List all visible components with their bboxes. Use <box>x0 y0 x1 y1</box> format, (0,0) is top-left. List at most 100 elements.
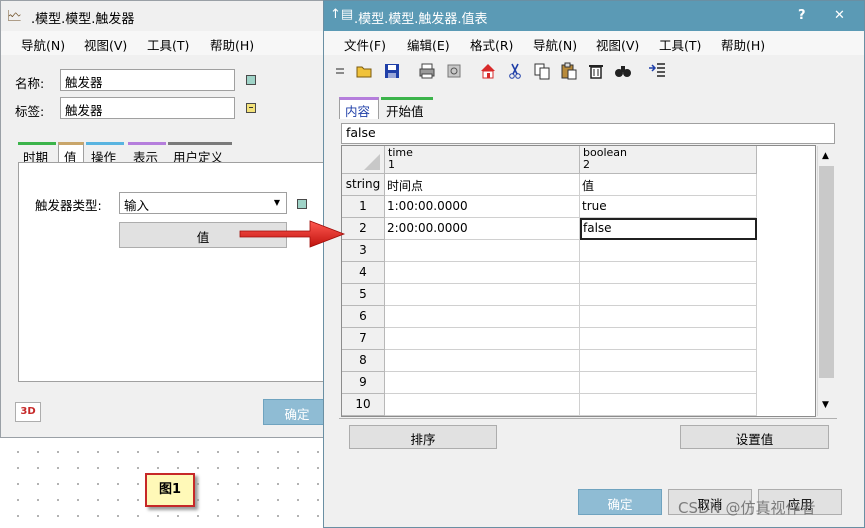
red-arrow-annotation <box>239 220 346 248</box>
background-ok-button[interactable]: 确定 <box>263 399 331 425</box>
indent-icon[interactable] <box>648 62 666 80</box>
trigger-type-value: 输入 <box>124 198 150 213</box>
set-value-button[interactable]: 设置值 <box>680 425 829 449</box>
row-header[interactable]: 3 <box>342 240 385 262</box>
row-header[interactable]: 1 <box>342 196 385 218</box>
table-cell-value[interactable] <box>580 262 757 284</box>
type-cell-time[interactable]: 时间点 <box>385 174 580 196</box>
trigger-type-select[interactable]: 输入 ▼ <box>119 192 287 214</box>
table-cell-value[interactable] <box>580 372 757 394</box>
trigger-window-title: .模型.模型.触发器 <box>31 12 135 27</box>
grid-corner[interactable] <box>342 146 385 174</box>
scrollbar-thumb[interactable] <box>819 166 834 378</box>
table-cell-time[interactable]: 2:00:00.0000 <box>385 218 580 240</box>
type-row-header[interactable]: string <box>342 174 385 196</box>
table-cell-time[interactable] <box>385 394 580 416</box>
menu-tools[interactable]: 工具(T) <box>147 35 189 54</box>
menu-view[interactable]: 视图(V) <box>84 35 127 54</box>
tab-start-value-label: 开始值 <box>386 104 424 119</box>
paste-icon[interactable] <box>560 62 578 80</box>
table-cell-value[interactable]: true <box>580 196 757 218</box>
name-label: 名称: <box>15 76 45 91</box>
table-cell-value[interactable] <box>580 240 757 262</box>
trigger-window-titlebar[interactable]: 🗠 .模型.模型.触发器 <box>1 1 329 31</box>
trigger-type-label: 触发器类型: <box>35 198 102 213</box>
3d-view-icon[interactable]: 3D <box>15 402 41 422</box>
table-cell-time[interactable]: 1:00:00.0000 <box>385 196 580 218</box>
trigger-type-property-icon[interactable] <box>297 199 307 209</box>
tab-start-value[interactable]: 开始值 <box>381 97 433 119</box>
value-table-titlebar[interactable]: ↑▤ .模型.模型.触发器.值表 ? ✕ <box>324 1 864 31</box>
tab-content[interactable]: 内容 <box>339 97 379 119</box>
table-cell-time[interactable] <box>385 306 580 328</box>
row-header[interactable]: 2 <box>342 218 385 240</box>
table-cell-value[interactable] <box>580 394 757 416</box>
watermark: CSDN @仿真视作者 <box>678 499 816 517</box>
grid-empty-area <box>757 146 815 174</box>
row-header[interactable]: 10 <box>342 394 385 416</box>
menu-help[interactable]: 帮助(H) <box>210 35 254 54</box>
menu-navigate[interactable]: 导航(N) <box>21 35 65 54</box>
column-header-time-index: 1 <box>388 158 395 171</box>
menu-file[interactable]: 文件(F) <box>344 35 386 54</box>
scroll-down-icon[interactable]: ▼ <box>822 400 829 410</box>
tab-display[interactable]: 表示 <box>128 142 166 165</box>
ok-button[interactable]: 确定 <box>578 489 662 515</box>
menu-navigate[interactable]: 导航(N) <box>533 35 577 54</box>
name-field[interactable]: 触发器 <box>60 69 235 91</box>
cut-icon[interactable] <box>506 62 524 80</box>
tab-user-defined[interactable]: 用户定义 <box>168 142 232 165</box>
table-cell-value[interactable] <box>580 350 757 372</box>
scroll-up-icon[interactable]: ▲ <box>822 151 829 161</box>
vertical-scrollbar[interactable]: ▲ ▼ <box>817 146 835 416</box>
copy-icon[interactable] <box>533 62 551 80</box>
chevron-down-icon: ▼ <box>273 198 280 207</box>
column-header-time[interactable]: time 1 <box>385 146 580 174</box>
row-header[interactable]: 4 <box>342 262 385 284</box>
value-table-grid: time 1 boolean 2 string 时间点 值 1 1:00:00.0… <box>341 145 816 417</box>
table-cell-value[interactable] <box>580 306 757 328</box>
grip-icon <box>335 64 345 78</box>
save-icon[interactable] <box>383 62 401 80</box>
tab-period[interactable]: 时期 <box>18 142 56 165</box>
row-header[interactable]: 8 <box>342 350 385 372</box>
tab-value[interactable]: 值 <box>58 142 84 165</box>
type-cell-boolean[interactable]: 值 <box>580 174 757 196</box>
table-cell-time[interactable] <box>385 240 580 262</box>
row-header[interactable]: 9 <box>342 372 385 394</box>
menu-edit[interactable]: 编辑(E) <box>407 35 450 54</box>
print-icon[interactable] <box>418 62 436 80</box>
row-header[interactable]: 7 <box>342 328 385 350</box>
open-folder-icon[interactable] <box>355 62 373 80</box>
table-cell-time[interactable] <box>385 372 580 394</box>
help-icon[interactable]: ? <box>798 8 806 23</box>
tab-content-label: 内容 <box>345 104 371 119</box>
print-preview-icon[interactable] <box>445 62 463 80</box>
menu-format[interactable]: 格式(R) <box>470 35 513 54</box>
name-property-icon[interactable] <box>246 75 256 85</box>
column-header-boolean[interactable]: boolean 2 <box>580 146 757 174</box>
grid-panel-divider <box>339 418 837 419</box>
row-header[interactable]: 6 <box>342 306 385 328</box>
tag-field[interactable]: 触发器 <box>60 97 235 119</box>
find-icon[interactable] <box>614 62 632 80</box>
trigger-window-menubar: 导航(N) 视图(V) 工具(T) 帮助(H) <box>1 31 329 55</box>
tab-operation[interactable]: 操作 <box>86 142 124 165</box>
table-cell-value[interactable] <box>580 284 757 306</box>
menu-tools[interactable]: 工具(T) <box>659 35 701 54</box>
close-icon[interactable]: ✕ <box>834 8 845 23</box>
delete-icon[interactable] <box>587 62 605 80</box>
row-header[interactable]: 5 <box>342 284 385 306</box>
table-cell-time[interactable] <box>385 350 580 372</box>
table-cell-value-selected[interactable]: false <box>580 218 757 240</box>
table-cell-value[interactable] <box>580 328 757 350</box>
home-icon[interactable] <box>479 62 497 80</box>
table-cell-time[interactable] <box>385 284 580 306</box>
tag-property-icon[interactable] <box>246 103 256 113</box>
menu-help[interactable]: 帮助(H) <box>721 35 765 54</box>
table-cell-time[interactable] <box>385 262 580 284</box>
menu-view[interactable]: 视图(V) <box>596 35 639 54</box>
cell-editor-input[interactable]: false <box>341 123 835 144</box>
table-cell-time[interactable] <box>385 328 580 350</box>
sort-button[interactable]: 排序 <box>349 425 497 449</box>
